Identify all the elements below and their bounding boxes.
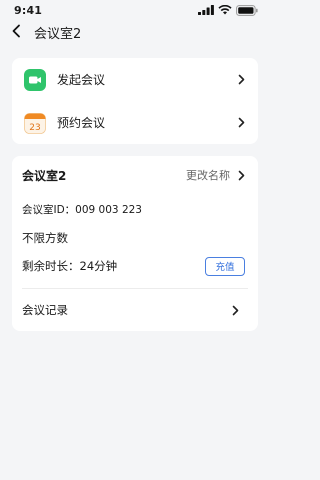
status-time: 9:41 [14,3,43,17]
nav-bar: 会议室2 [0,20,270,44]
wifi-icon [218,5,232,15]
battery-icon [236,4,258,16]
meeting-records-label: 会议记录 [22,303,68,317]
meeting-records-row[interactable]: 会议记录 [12,289,258,331]
recharge-button[interactable]: 充值 [205,256,245,276]
actions-card: 发起会议 23 预约会议 [12,58,258,144]
page-title: 会议室2 [34,26,82,42]
room-capacity: 不限方数 [22,231,68,245]
schedule-meeting-label: 预约会议 [57,116,106,130]
room-header: 会议室2 更改名称 [12,156,258,194]
schedule-meeting-row[interactable]: 23 预约会议 [12,101,258,144]
room-name: 会议室2 [22,168,67,183]
remaining-time: 剩余时长：24分钟 [22,259,118,273]
calendar-icon: 23 [24,112,46,134]
video-camera-icon [24,68,46,91]
room-id: 会议室ID：009 003 223 [22,204,142,216]
back-button[interactable] [2,20,30,44]
chevron-right-icon[interactable] [236,169,246,181]
chevron-right-icon [236,117,246,129]
calendar-day-text: 23 [29,123,40,133]
start-meeting-label: 发起会议 [57,73,106,87]
cellular-signal-icon [198,5,214,15]
status-icons [198,4,258,16]
chevron-right-icon [236,74,246,86]
remaining-time-row: 剩余时长：24分钟 充值 [12,256,258,276]
chevron-left-icon [11,23,21,42]
room-card: 会议室2 更改名称 会议室ID：009 003 223 不限方数 剩余时长：24… [12,156,258,331]
status-bar: 9:41 [0,0,270,20]
rename-link[interactable]: 更改名称 [186,167,230,183]
start-meeting-row[interactable]: 发起会议 [12,58,258,101]
chevron-right-icon [230,304,240,316]
